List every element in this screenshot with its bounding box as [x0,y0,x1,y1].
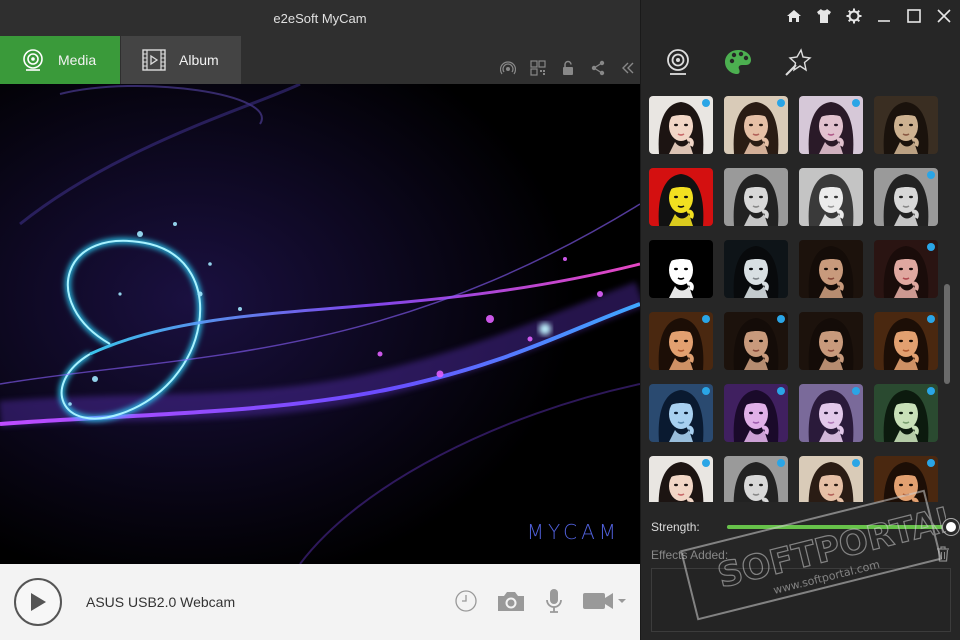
effect-thumbnail[interactable] [799,456,863,502]
effect-thumbnail[interactable] [874,456,938,502]
effect-badge-dot [702,387,710,395]
share-icon[interactable] [590,60,606,76]
effects-panel: Strength: Effects Added: [640,0,960,640]
effect-thumbnail[interactable] [874,96,938,154]
effect-thumbnail[interactable] [799,240,863,298]
panel-tabs [641,40,960,84]
effects-scrollbar[interactable] [944,94,950,502]
play-button[interactable] [14,578,62,626]
preview-artwork [0,84,640,564]
collapse-icon[interactable] [620,60,636,76]
effect-thumbnail[interactable] [799,384,863,442]
webcam-icon[interactable] [661,45,695,79]
effect-thumbnail[interactable] [724,312,788,370]
effect-thumbnail[interactable] [724,168,788,226]
lock-icon[interactable] [560,60,576,76]
effects-added-list[interactable] [651,568,951,632]
effect-badge-dot [702,459,710,467]
effect-badge-dot [927,171,935,179]
film-icon [141,47,167,73]
effect-badge-dot [852,459,860,467]
effect-thumbnail[interactable] [724,384,788,442]
video-preview: MYCAM [0,84,640,564]
effect-thumbnail[interactable] [724,456,788,502]
tab-media[interactable]: Media [0,36,120,84]
effect-badge-dot [777,459,785,467]
tab-album[interactable]: Album [121,36,241,84]
preview-toolbar [500,60,636,76]
effect-badge-dot [852,387,860,395]
effect-badge-dot [702,315,710,323]
effect-badge-dot [927,387,935,395]
effect-thumbnail[interactable] [649,384,713,442]
effect-thumbnail[interactable] [799,312,863,370]
effects-grid [647,94,939,502]
effect-thumbnail[interactable] [724,240,788,298]
effect-badge-dot [927,315,935,323]
trash-icon[interactable] [936,546,950,565]
effect-badge-dot [927,243,935,251]
qr-code-icon[interactable] [530,60,546,76]
strength-fill [727,525,951,529]
webcam-icon [20,47,46,73]
tab-media-label: Media [58,52,97,68]
effect-thumbnail[interactable] [874,312,938,370]
effect-badge-dot [777,315,785,323]
strength-control: Strength: [651,518,959,536]
minimize-icon[interactable] [876,8,892,24]
effect-thumbnail[interactable] [649,96,713,154]
play-icon [31,593,46,611]
mycam-logo-text: MYCAM [526,520,620,544]
capture-controls [454,588,626,614]
device-name: ASUS USB2.0 Webcam [86,594,236,610]
window-title: e2eSoft MyCam [273,10,367,26]
main-pane: e2eSoft MyCam Media Album MYCAM ASUS USB… [0,0,640,640]
maximize-icon[interactable] [906,8,922,24]
effects-added-label: Effects Added: [651,548,729,562]
broadcast-icon[interactable] [500,60,516,76]
bottom-control-bar: ASUS USB2.0 Webcam [0,564,640,640]
effect-badge-dot [777,387,785,395]
effect-thumbnail[interactable] [799,168,863,226]
effect-thumbnail[interactable] [874,384,938,442]
effect-thumbnail[interactable] [874,168,938,226]
title-bar: e2eSoft MyCam [0,0,640,36]
microphone-icon[interactable] [544,588,564,614]
effect-badge-dot [777,99,785,107]
effect-thumbnail[interactable] [874,240,938,298]
shirt-icon[interactable] [816,8,832,24]
timer-icon[interactable] [454,589,478,613]
effect-thumbnail[interactable] [724,96,788,154]
close-icon[interactable] [936,8,952,24]
palette-icon[interactable] [721,45,755,79]
effect-thumbnail[interactable] [649,168,713,226]
scrollbar-thumb[interactable] [944,284,950,384]
strength-slider-handle[interactable] [943,519,959,535]
settings-icon[interactable] [846,8,862,24]
strength-slider[interactable] [727,519,959,535]
window-controls [786,8,952,24]
video-camera-icon[interactable] [582,590,626,612]
tab-album-label: Album [179,52,219,68]
magic-wand-icon[interactable] [781,45,815,79]
effect-thumbnail[interactable] [649,312,713,370]
effect-thumbnail[interactable] [649,456,713,502]
effect-thumbnail[interactable] [799,96,863,154]
effect-badge-dot [852,99,860,107]
strength-label: Strength: [651,520,700,534]
effect-thumbnail[interactable] [649,240,713,298]
home-icon[interactable] [786,8,802,24]
effect-badge-dot [927,459,935,467]
effect-badge-dot [702,99,710,107]
camera-icon[interactable] [496,589,526,613]
tab-bar: Media Album [0,36,640,84]
